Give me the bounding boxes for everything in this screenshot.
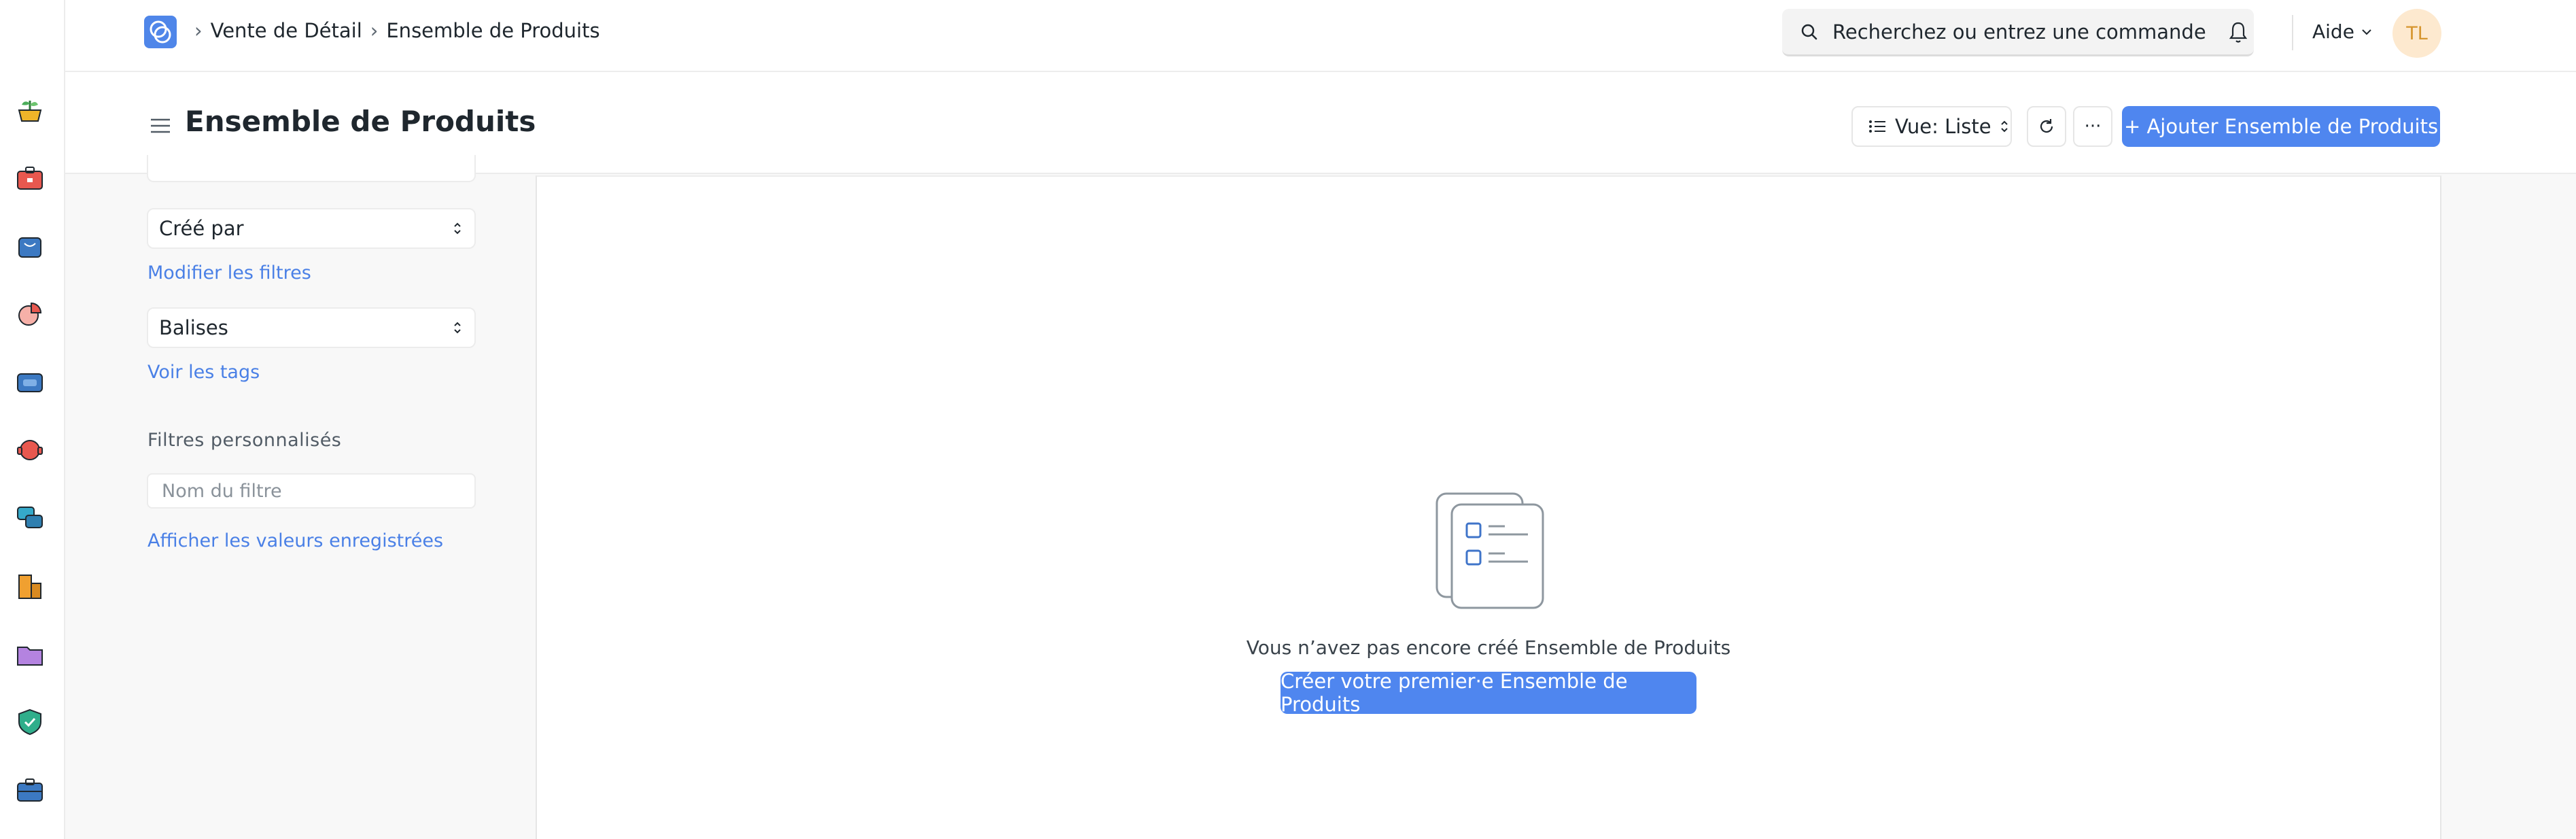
support-icon[interactable] — [15, 435, 45, 465]
briefcase-icon[interactable] — [15, 775, 45, 805]
breadcrumb: › Vente de Détail › Ensemble de Produits — [194, 19, 600, 42]
module-sidebar — [0, 0, 65, 839]
chevron-down-icon — [2362, 29, 2371, 35]
list-icon — [1869, 120, 1885, 133]
folder-icon[interactable] — [15, 639, 45, 669]
breadcrumb-item-product-bundle[interactable]: Ensemble de Produits — [386, 19, 599, 42]
bell-icon[interactable] — [2228, 20, 2248, 44]
tags-select[interactable]: Balises — [147, 307, 476, 348]
breadcrumb-item-retail[interactable]: Vente de Détail — [211, 19, 362, 42]
filter-name-input[interactable]: Nom du filtre — [147, 473, 476, 509]
custom-filters-heading: Filtres personnalisés — [147, 430, 342, 451]
tags-label: Balises — [159, 316, 228, 339]
chevron-right-icon: › — [194, 19, 203, 42]
search-input[interactable]: Recherchez ou entrez une commande — [1782, 9, 2254, 56]
view-label: Vue: Liste — [1895, 115, 1991, 138]
chevron-right-icon: › — [370, 19, 379, 42]
empty-state-message: Vous n’avez pas encore créé Ensemble de … — [1246, 636, 1731, 659]
navbar-divider — [2292, 15, 2293, 50]
edit-filters-link[interactable]: Modifier les filtres — [147, 262, 311, 284]
refresh-icon — [2040, 119, 2053, 133]
search-icon — [1801, 24, 1817, 39]
more-actions-button[interactable]: ··· — [2073, 106, 2112, 147]
show-tags-link[interactable]: Voir les tags — [147, 362, 260, 383]
logo-icon — [150, 20, 171, 44]
help-label: Aide — [2312, 20, 2354, 43]
assigned-to-select[interactable] — [147, 155, 476, 182]
wallet-icon[interactable] — [15, 367, 45, 397]
plant-pot-icon[interactable] — [15, 95, 45, 125]
hamburger-icon[interactable] — [150, 117, 171, 135]
created-by-select[interactable]: Créé par — [147, 208, 476, 249]
add-product-bundle-button[interactable]: + Ajouter Ensemble de Produits — [2122, 106, 2440, 147]
sort-caret-icon — [454, 222, 461, 235]
create-first-button[interactable]: Créer votre premier·e Ensemble de Produi… — [1281, 670, 1696, 716]
buildings-icon[interactable] — [15, 571, 45, 601]
empty-list-icon — [1435, 492, 1544, 609]
toolbox-icon[interactable] — [15, 163, 45, 193]
shield-check-icon[interactable] — [15, 707, 45, 737]
chat-icon[interactable] — [15, 503, 45, 533]
created-by-label: Créé par — [159, 217, 244, 240]
sort-caret-icon — [2000, 120, 2008, 133]
saved-values-link[interactable]: Afficher les valeurs enregistrées — [147, 530, 443, 551]
top-navbar: › Vente de Détail › Ensemble de Produits… — [65, 0, 2576, 72]
help-dropdown[interactable]: Aide — [2312, 20, 2373, 43]
shopping-bag-icon[interactable] — [15, 231, 45, 261]
pie-chart-icon[interactable] — [15, 299, 45, 329]
search-placeholder: Recherchez ou entrez une commande — [1832, 20, 2206, 44]
view-switcher-button[interactable]: Vue: Liste — [1851, 106, 2012, 147]
app-logo[interactable] — [144, 16, 177, 48]
refresh-button[interactable] — [2027, 106, 2066, 147]
page-title: Ensemble de Produits — [185, 105, 536, 138]
sort-caret-icon — [454, 322, 461, 334]
list-view-panel: Vous n’avez pas encore créé Ensemble de … — [536, 175, 2441, 839]
avatar[interactable]: TL — [2392, 9, 2441, 58]
